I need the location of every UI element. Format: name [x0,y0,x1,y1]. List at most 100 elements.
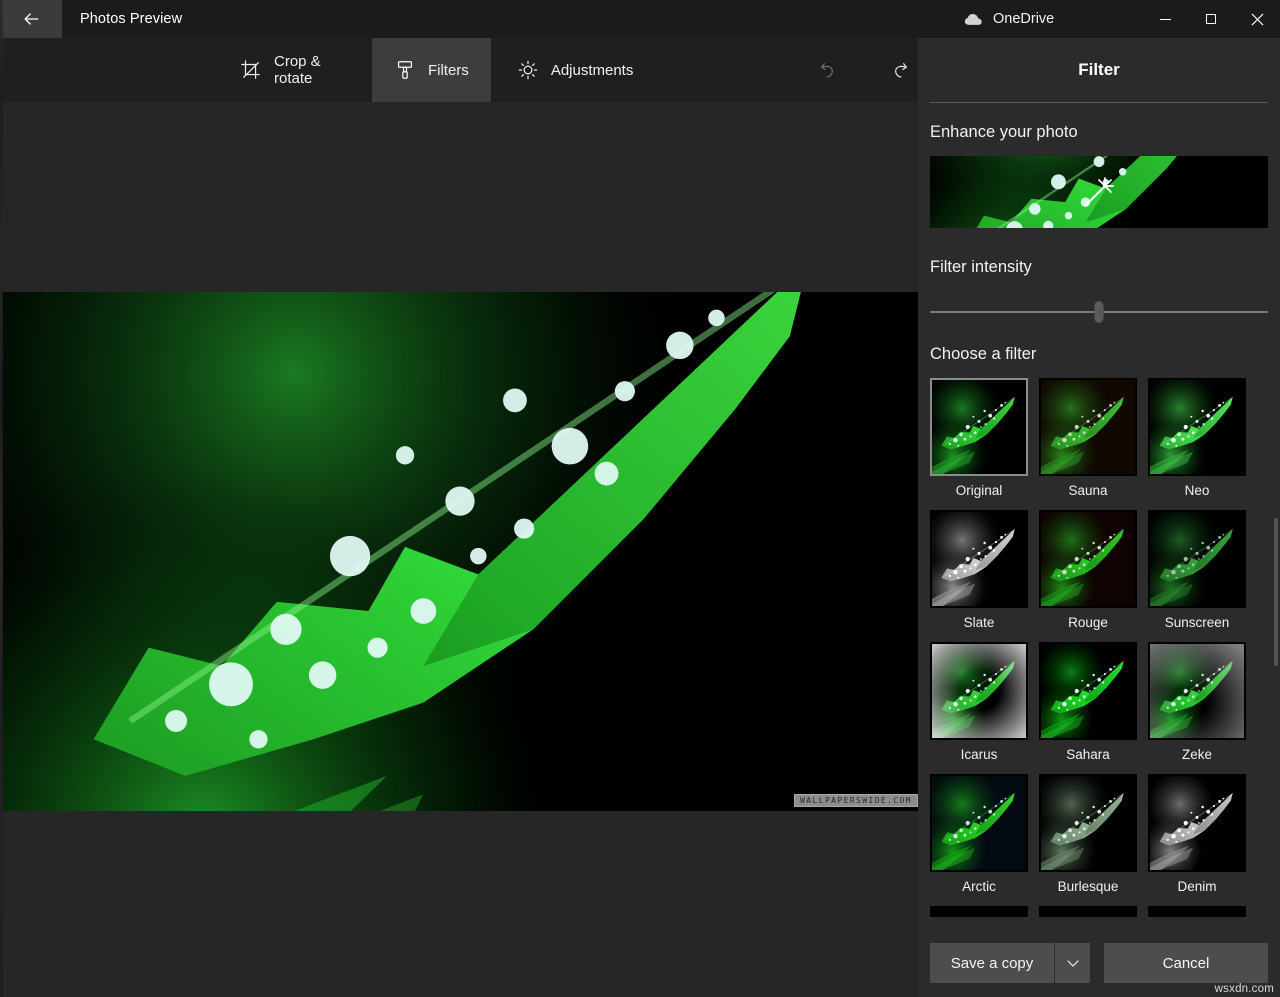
filter-item-sunscreen[interactable]: Sunscreen [1148,510,1246,630]
filter-thumb-image [932,776,1026,870]
filter-thumbnail [1039,774,1137,872]
filter-label: Sauna [1068,483,1108,498]
filter-thumbnail [1148,774,1246,872]
edit-toolbar: Crop & rotate Filters Adjustments [0,38,918,102]
save-options-dropdown-button[interactable] [1054,943,1090,983]
filter-item-denim[interactable]: Denim [1148,774,1246,894]
cancel-label: Cancel [1162,954,1210,972]
filter-label: Sunscreen [1164,615,1230,630]
filter-item-sauna[interactable]: Sauna [1039,378,1137,498]
filter-thumb-image [1150,776,1244,870]
filter-thumbnail [1039,642,1137,740]
minimize-button[interactable] [1142,0,1188,38]
filter-thumbnail [1148,510,1246,608]
filter-item-arctic[interactable]: Arctic [930,774,1028,894]
crop-icon [241,60,260,79]
filter-thumb-image [932,512,1026,606]
background-window-sliver [0,0,3,997]
filter-thumb-image [1041,776,1135,870]
onedrive-label: OneDrive [993,11,1055,27]
filter-item-burlesque[interactable]: Burlesque [1039,774,1137,894]
enhance-section-label: Enhance your photo [930,123,1078,141]
back-button[interactable] [0,0,62,38]
undo-button[interactable] [810,46,846,94]
cloud-icon [964,14,982,25]
panel-scrollbar[interactable] [1274,518,1278,666]
filter-brush-icon [397,61,412,79]
filter-thumbnail [1148,378,1246,476]
cancel-button[interactable]: Cancel [1104,943,1268,983]
redo-arrow-icon [895,62,908,78]
back-arrow-icon [24,13,39,25]
filter-thumbnail [930,774,1028,872]
save-a-copy-group: Save a copy [930,943,1090,983]
chevron-down-icon [1066,960,1079,967]
filter-thumbnail [1039,378,1137,476]
save-a-copy-label: Save a copy [950,954,1034,972]
filter-thumb-image [1041,644,1135,738]
filter-label: Arctic [962,879,996,894]
filter-thumb-image [1041,512,1135,606]
redo-button[interactable] [882,46,918,94]
filter-grid: Original Sauna Neo Slate Rouge Sunscreen… [930,378,1268,917]
filter-item-original[interactable]: Original [930,378,1028,498]
magic-wand-icon [1083,177,1114,208]
slider-thumb[interactable] [1094,301,1104,323]
photo-preview[interactable]: WALLPAPERSWIDE.COM [2,292,918,811]
enhance-photo-button[interactable] [930,156,1268,228]
filter-label: Neo [1184,483,1210,498]
filter-thumb-image [932,380,1026,474]
filter-label: Slate [963,615,995,630]
filter-item-next-row-1[interactable] [930,906,1028,917]
leaf-photo-image [2,292,918,811]
save-a-copy-button[interactable]: Save a copy [930,943,1054,983]
filter-item-sahara[interactable]: Sahara [1039,642,1137,762]
filter-item-slate[interactable]: Slate [930,510,1028,630]
filter-thumbnail [930,906,1028,917]
filter-item-neo[interactable]: Neo [1148,378,1246,498]
filter-thumbnail [1148,906,1246,917]
maximize-icon [1206,14,1216,24]
maximize-button[interactable] [1188,0,1234,38]
filter-intensity-slider[interactable] [930,301,1268,323]
filter-item-rouge[interactable]: Rouge [1039,510,1137,630]
filter-thumbnail [930,510,1028,608]
photos-editor-window: Photos Preview OneDrive Crop & rotate Fi… [0,0,1280,997]
filter-item-next-row-3[interactable] [1148,906,1246,917]
tab-filters[interactable]: Filters [371,38,491,102]
image-canvas: WALLPAPERSWIDE.COM [0,102,918,997]
choose-filter-label: Choose a filter [930,345,1037,363]
close-button[interactable] [1234,0,1280,38]
onedrive-status[interactable]: OneDrive [964,0,1054,38]
filter-thumbnail [1148,642,1246,740]
filter-intensity-label: Filter intensity [930,258,1032,276]
window-controls [1142,0,1280,38]
image-watermark: WALLPAPERSWIDE.COM [794,794,918,807]
filter-item-icarus[interactable]: Icarus [930,642,1028,762]
filter-thumb-image [1150,512,1244,606]
app-title: Photos Preview [80,11,183,27]
filter-label: Sahara [1066,747,1110,762]
filter-thumbnail [1039,906,1137,917]
filter-label: Denim [1177,879,1217,894]
filter-thumb-image [1150,644,1244,738]
tab-adjustments-label: Adjustments [550,61,634,79]
panel-title: Filter [1078,60,1120,79]
tab-adjustments[interactable]: Adjustments [495,38,656,102]
title-bar: Photos Preview OneDrive [0,0,1280,38]
filter-thumb-image [932,644,1026,738]
filter-thumbnail [930,642,1028,740]
filter-item-zeke[interactable]: Zeke [1148,642,1246,762]
tab-crop-and-rotate[interactable]: Crop & rotate [218,38,354,102]
filter-item-next-row-2[interactable] [1039,906,1137,917]
page-watermark: wsxdn.com [1214,983,1274,995]
tab-crop-and-rotate-label: Crop & rotate [274,53,321,87]
minimize-icon [1159,18,1171,20]
brightness-icon [518,60,538,80]
filter-label: Rouge [1068,615,1108,630]
filter-label: Icarus [960,747,998,762]
filter-thumbnail [1039,510,1137,608]
filter-thumb-image [1041,380,1135,474]
undo-arrow-icon [821,62,834,78]
filter-label: Burlesque [1057,879,1119,894]
